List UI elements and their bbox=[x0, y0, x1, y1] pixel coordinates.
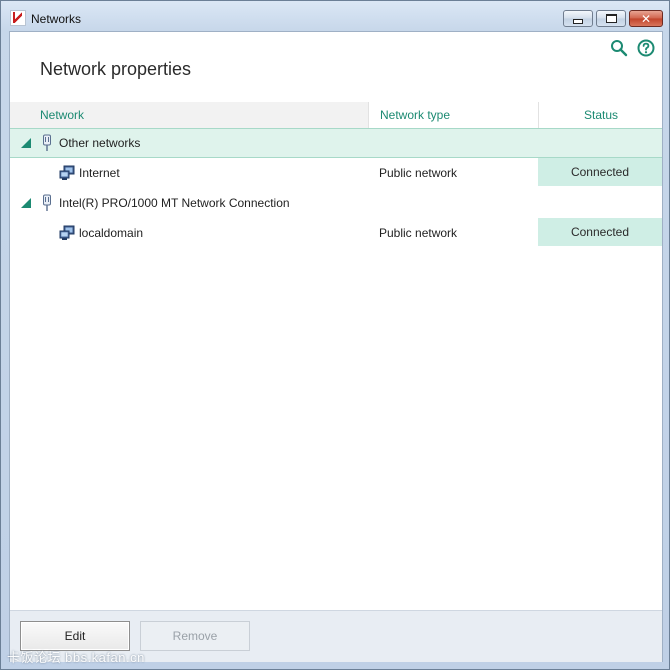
network-type: Public network bbox=[379, 166, 458, 180]
network-type: Public network bbox=[379, 226, 458, 240]
expand-collapse-icon[interactable] bbox=[21, 198, 31, 208]
network-status: Connected bbox=[538, 218, 662, 246]
column-header-network-type[interactable]: Network type bbox=[368, 102, 538, 128]
network-status: Connected bbox=[538, 158, 662, 186]
maximize-icon bbox=[605, 14, 617, 23]
column-header-network[interactable]: Network bbox=[10, 102, 368, 128]
kaspersky-logo-icon bbox=[10, 10, 26, 26]
page-title: Network properties bbox=[40, 59, 192, 79]
close-button[interactable]: ✕ bbox=[629, 10, 663, 27]
expand-collapse-icon[interactable] bbox=[21, 138, 31, 148]
group-name: Other networks bbox=[59, 136, 141, 150]
window-title: Networks bbox=[31, 12, 82, 26]
network-name: localdomain bbox=[79, 226, 144, 240]
network-row[interactable]: Internet Public network Connected bbox=[10, 158, 662, 188]
network-adapter-icon bbox=[43, 134, 51, 151]
close-icon: ✕ bbox=[640, 11, 652, 26]
title-bar[interactable]: Networks ✕ bbox=[1, 1, 669, 31]
networks-window: Networks ✕ Network properties Network Ne… bbox=[0, 0, 670, 670]
remove-button[interactable]: Remove bbox=[140, 621, 250, 651]
help-icon[interactable] bbox=[637, 39, 655, 57]
maximize-button[interactable] bbox=[596, 10, 626, 27]
network-row[interactable]: localdomain Public network Connected bbox=[10, 218, 662, 248]
network-computers-icon bbox=[59, 165, 75, 180]
client-area: Network properties Network Network type … bbox=[9, 31, 663, 662]
minimize-button[interactable] bbox=[563, 10, 593, 27]
network-tree: Other networks Internet Public network C… bbox=[10, 128, 662, 248]
network-adapter-icon bbox=[43, 194, 51, 211]
group-name: Intel(R) PRO/1000 MT Network Connection bbox=[59, 196, 290, 210]
minimize-icon bbox=[573, 19, 583, 24]
network-computers-icon bbox=[59, 225, 75, 240]
network-name: Internet bbox=[79, 166, 120, 180]
network-group-row[interactable]: Intel(R) PRO/1000 MT Network Connection bbox=[10, 188, 662, 218]
search-icon[interactable] bbox=[610, 39, 628, 57]
table-header: Network Network type Status bbox=[10, 102, 662, 128]
column-header-status[interactable]: Status bbox=[538, 102, 663, 128]
watermark-text: 卡饭论坛 bbs.kafan.cn bbox=[7, 650, 145, 665]
network-group-row[interactable]: Other networks bbox=[10, 128, 662, 158]
